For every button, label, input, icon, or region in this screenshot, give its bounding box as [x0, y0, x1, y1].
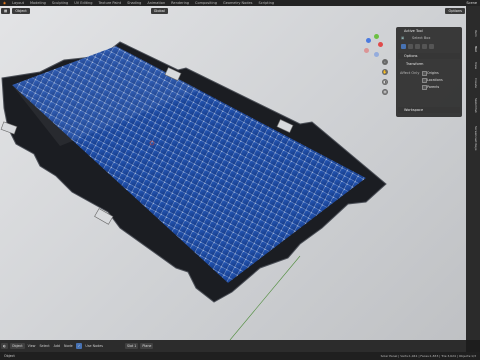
use-nodes-label: Use Nodes [85, 344, 103, 348]
workspace-tab-modeling[interactable]: Modeling [27, 1, 49, 5]
select-mode-row [401, 44, 457, 49]
shader-mode-selector[interactable]: Object [9, 343, 25, 349]
affect-only-label: Affect Only [400, 71, 420, 75]
sidebar-tab-screencast-keys[interactable]: Screencast Keys [468, 126, 478, 151]
select-intersect-icon[interactable] [429, 44, 434, 49]
workspace-tab-layout[interactable]: Layout [9, 1, 27, 5]
workspace-tab-animation[interactable]: Animation [144, 1, 168, 5]
neg-z-axis-icon[interactable] [374, 52, 379, 57]
origins-label: Origins [427, 71, 439, 75]
parents-label: Parents [427, 85, 440, 89]
sidebar-tab-tool[interactable]: Tool [468, 46, 478, 52]
pan-hand-icon[interactable]: ✋ [382, 69, 388, 75]
workspace-tab-uv-editing[interactable]: UV Editing [71, 1, 95, 5]
options-section[interactable]: Options [398, 53, 460, 59]
select-box-icon[interactable]: ▣ [401, 36, 404, 40]
viewport-header: ▦ Object Global Options [0, 6, 466, 15]
workspace-tab-compositing[interactable]: Compositing [192, 1, 220, 5]
scene-selector[interactable]: Scene [463, 1, 480, 5]
select-menu[interactable]: Select [37, 344, 51, 348]
perspective-grid-icon[interactable]: ▦ [382, 89, 388, 95]
workspace-tab-scripting[interactable]: Scripting [256, 1, 278, 5]
sidebar-tab-sketchfab[interactable]: Sketchfab [468, 98, 478, 113]
blender-logo-icon[interactable]: ◉ [0, 1, 9, 5]
status-bar: Solar Panel | Verts:1,941 | Faces:1,833 … [0, 352, 480, 360]
sidebar-n-panel: Active Tool ▣ Select Box Options Transfo… [396, 27, 462, 117]
options-button[interactable]: Options [445, 7, 465, 14]
orientation-selector[interactable]: Global [150, 7, 168, 14]
select-subtract-icon[interactable] [415, 44, 420, 49]
transform-subsection[interactable]: Transform [406, 62, 423, 66]
select-new-icon[interactable] [401, 44, 406, 49]
mode-selector[interactable]: Object [12, 7, 30, 14]
neg-x-axis-icon[interactable] [364, 48, 369, 53]
sidebar-tab-item[interactable]: Item [468, 30, 478, 37]
node-menu[interactable]: Node [62, 344, 75, 348]
object-status-label: Object [4, 354, 15, 358]
select-extend-icon[interactable] [408, 44, 413, 49]
status-object-area: Object [2, 353, 17, 359]
workspace-tab-rendering[interactable]: Rendering [168, 1, 192, 5]
editor-type-button[interactable]: ▦ [1, 7, 11, 14]
use-nodes-checkbox[interactable]: ✓ [75, 343, 83, 349]
locations-label: Locations [427, 78, 443, 82]
options-section-label: Options [404, 54, 418, 58]
workspace-tab-shading[interactable]: Shading [124, 1, 144, 5]
workspace-tab-texture-paint[interactable]: Texture Paint [96, 1, 125, 5]
sidebar-tab-create[interactable]: Create [468, 78, 478, 88]
slot-selector[interactable]: Slot 1 [124, 343, 139, 349]
workspace-section[interactable]: Workspace [398, 107, 460, 113]
navigation-gizmo[interactable] [360, 32, 390, 62]
z-axis-icon[interactable] [366, 38, 371, 43]
workspace-tab-sculpting[interactable]: Sculpting [49, 1, 71, 5]
select-invert-icon[interactable] [422, 44, 427, 49]
workspace-section-label: Workspace [404, 108, 424, 112]
add-menu[interactable]: Add [52, 344, 62, 348]
active-tool-header[interactable]: Active Tool [404, 29, 423, 33]
camera-view-icon[interactable]: ◧ [382, 79, 388, 85]
workspace-tab-geometry-nodes[interactable]: Geometry Nodes [220, 1, 256, 5]
shader-editor-header: ◐ Object View Select Add Node ✓ Use Node… [0, 340, 466, 352]
scene-statistics: Solar Panel | Verts:1,941 | Faces:1,833 … [380, 354, 476, 358]
sidebar-tab-view[interactable]: View [468, 62, 478, 69]
material-selector[interactable]: Plane [140, 343, 154, 349]
select-box-label: Select Box [412, 36, 431, 40]
editor-type-icon[interactable]: ◐ [1, 343, 8, 349]
zoom-icon[interactable]: ⌕ [382, 59, 388, 65]
y-axis-icon[interactable] [374, 34, 379, 39]
x-axis-icon[interactable] [378, 42, 383, 47]
view-menu[interactable]: View [26, 344, 38, 348]
properties-strip: Item Tool View Create Sketchfab Screenca… [466, 6, 480, 340]
